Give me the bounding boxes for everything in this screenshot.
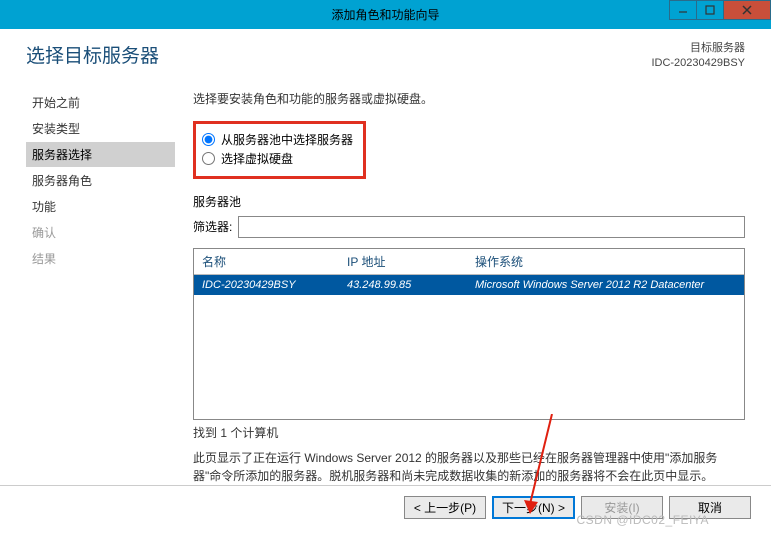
page-title: 选择目标服务器 xyxy=(26,41,159,72)
sidebar-item-6: 结果 xyxy=(26,246,175,271)
column-ip[interactable]: IP 地址 xyxy=(347,253,475,270)
column-name[interactable]: 名称 xyxy=(202,253,347,270)
radio-from-pool[interactable]: 从服务器池中选择服务器 xyxy=(202,130,353,149)
main-panel: 选择要安装角色和功能的服务器或虚拟硬盘。 从服务器池中选择服务器 选择虚拟硬盘 … xyxy=(175,90,771,485)
target-info: 目标服务器 IDC-20230429BSY xyxy=(651,41,745,72)
cell-os: Microsoft Windows Server 2012 R2 Datacen… xyxy=(475,279,736,291)
close-button[interactable] xyxy=(723,0,771,20)
sidebar-item-2[interactable]: 服务器选择 xyxy=(26,142,175,167)
sidebar-item-1[interactable]: 安装类型 xyxy=(26,116,175,141)
sidebar-item-4[interactable]: 功能 xyxy=(26,194,175,219)
filter-label: 筛选器: xyxy=(193,218,232,235)
sidebar: 开始之前安装类型服务器选择服务器角色功能确认结果 xyxy=(0,90,175,485)
radio-group-highlight: 从服务器池中选择服务器 选择虚拟硬盘 xyxy=(193,121,366,179)
table-row[interactable]: IDC-20230429BSY43.248.99.85Microsoft Win… xyxy=(194,275,744,295)
prev-button[interactable]: < 上一步(P) xyxy=(404,496,486,519)
filter-input[interactable] xyxy=(238,216,745,238)
cancel-button[interactable]: 取消 xyxy=(669,496,751,519)
instruction-text: 选择要安装角色和功能的服务器或虚拟硬盘。 xyxy=(193,90,745,107)
window-controls xyxy=(670,0,771,20)
radio-vhd[interactable]: 选择虚拟硬盘 xyxy=(202,149,353,168)
server-grid: 名称 IP 地址 操作系统 IDC-20230429BSY43.248.99.8… xyxy=(193,248,745,420)
sidebar-item-3[interactable]: 服务器角色 xyxy=(26,168,175,193)
minimize-button[interactable] xyxy=(669,0,697,20)
window-title: 添加角色和功能向导 xyxy=(331,6,439,23)
sidebar-item-0[interactable]: 开始之前 xyxy=(26,90,175,115)
radio-vhd-input[interactable] xyxy=(202,152,215,165)
header: 选择目标服务器 目标服务器 IDC-20230429BSY xyxy=(0,29,771,72)
radio-from-pool-input[interactable] xyxy=(202,133,215,146)
server-pool-title: 服务器池 xyxy=(193,193,745,210)
grid-header: 名称 IP 地址 操作系统 xyxy=(194,249,744,275)
target-name: IDC-20230429BSY xyxy=(651,56,745,71)
next-button[interactable]: 下一步(N) > xyxy=(492,496,575,519)
titlebar: 添加角色和功能向导 xyxy=(0,0,771,29)
sidebar-item-5: 确认 xyxy=(26,220,175,245)
found-count: 找到 1 个计算机 xyxy=(193,424,745,441)
radio-from-pool-label: 从服务器池中选择服务器 xyxy=(221,131,353,148)
filter-row: 筛选器: xyxy=(193,216,745,238)
cell-name: IDC-20230429BSY xyxy=(202,279,347,291)
install-button[interactable]: 安装(I) xyxy=(581,496,663,519)
column-os[interactable]: 操作系统 xyxy=(475,253,736,270)
maximize-button[interactable] xyxy=(696,0,724,20)
radio-vhd-label: 选择虚拟硬盘 xyxy=(221,150,293,167)
footer: < 上一步(P) 下一步(N) > 安装(I) 取消 CSDN @IDC02_F… xyxy=(0,485,771,529)
description-text: 此页显示了正在运行 Windows Server 2012 的服务器以及那些已经… xyxy=(193,449,745,485)
target-label: 目标服务器 xyxy=(651,41,745,56)
cell-ip: 43.248.99.85 xyxy=(347,279,475,291)
